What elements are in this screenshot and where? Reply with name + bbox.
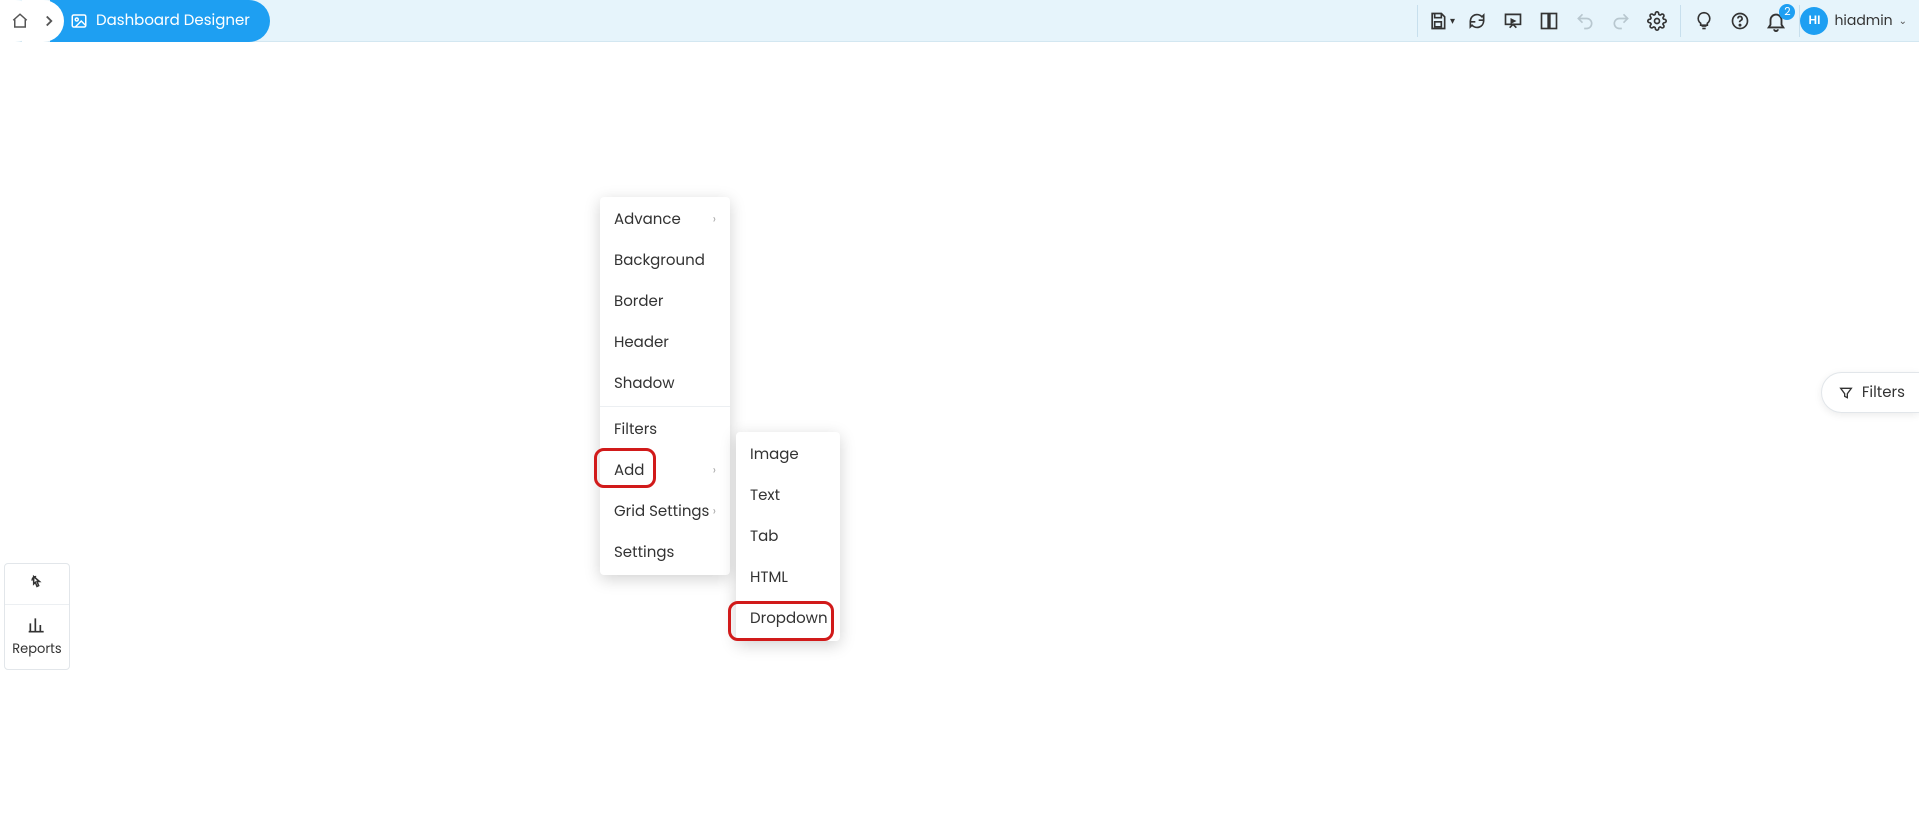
breadcrumb: Dashboard Designer [0, 0, 270, 41]
divider [600, 406, 730, 407]
sub-item-dropdown[interactable]: Dropdown [736, 598, 840, 639]
refresh-button[interactable] [1466, 10, 1488, 32]
sub-label: Tab [750, 525, 778, 548]
ctx-label: Advance [614, 208, 681, 231]
filters-button[interactable]: Filters [1821, 372, 1919, 413]
ctx-label: Background [614, 249, 705, 272]
ctx-item-grid-settings[interactable]: Grid Settings › [600, 491, 730, 532]
ctx-item-advance[interactable]: Advance › [600, 199, 730, 240]
ctx-label: Border [614, 290, 663, 313]
presentation-icon [1503, 11, 1523, 31]
sub-item-image[interactable]: Image [736, 434, 840, 475]
top-bar: Dashboard Designer ▾ [0, 0, 1919, 42]
chevron-right-icon [40, 12, 58, 30]
sub-label: HTML [750, 566, 788, 589]
notification-badge: 2 [1779, 4, 1795, 20]
ctx-item-add[interactable]: Add › [600, 450, 730, 491]
chevron-right-icon: › [713, 462, 716, 480]
gear-icon [1647, 11, 1667, 31]
chevron-right-icon: › [713, 211, 716, 229]
ctx-label: Grid Settings [614, 500, 709, 523]
home-icon [11, 12, 29, 30]
sub-item-tab[interactable]: Tab [736, 516, 840, 557]
notifications-button[interactable]: 2 [1765, 10, 1787, 32]
filter-icon [1838, 385, 1854, 401]
sub-label: Dropdown [750, 607, 828, 630]
submenu-add: Image Text Tab HTML Dropdown [736, 432, 840, 641]
save-icon [1428, 11, 1448, 31]
ctx-label: Header [614, 331, 669, 354]
ctx-item-background[interactable]: Background [600, 240, 730, 281]
refresh-icon [1467, 11, 1487, 31]
page-title-chip[interactable]: Dashboard Designer [50, 0, 270, 42]
sub-item-html[interactable]: HTML [736, 557, 840, 598]
settings-button[interactable] [1646, 10, 1668, 32]
interactions-button[interactable] [5, 564, 69, 604]
undo-button[interactable] [1574, 10, 1596, 32]
reports-button[interactable]: Reports [5, 605, 69, 669]
help-icon [1730, 11, 1750, 31]
chevron-down-icon: ⌄ [1899, 13, 1907, 29]
help-button[interactable] [1729, 10, 1751, 32]
page-title: Dashboard Designer [96, 9, 250, 32]
canvas[interactable]: Filters Reports Advance › Background Bor… [0, 42, 1919, 820]
redo-button[interactable] [1610, 10, 1632, 32]
save-button[interactable]: ▾ [1430, 10, 1452, 32]
undo-icon [1575, 11, 1595, 31]
username-label: hiadmin [1834, 10, 1892, 31]
layout-icon [1539, 11, 1559, 31]
ctx-item-filters[interactable]: Filters [600, 409, 730, 450]
chevron-down-icon: ▾ [1450, 13, 1455, 29]
ctx-item-header[interactable]: Header [600, 322, 730, 363]
redo-icon [1611, 11, 1631, 31]
topbar-actions: ▾ [1417, 0, 1919, 41]
reports-label: Reports [12, 639, 61, 659]
filters-label: Filters [1862, 381, 1905, 404]
sub-label: Text [750, 484, 780, 507]
bar-chart-icon [27, 615, 47, 635]
ctx-item-border[interactable]: Border [600, 281, 730, 322]
sub-label: Image [750, 443, 799, 466]
layout-button[interactable] [1538, 10, 1560, 32]
image-icon [70, 12, 88, 30]
sub-item-text[interactable]: Text [736, 475, 840, 516]
ctx-label: Settings [614, 541, 674, 564]
lightbulb-icon [1694, 11, 1714, 31]
ctx-label: Add [614, 459, 644, 482]
ctx-item-shadow[interactable]: Shadow [600, 363, 730, 404]
left-dock: Reports [4, 563, 70, 670]
chevron-right-icon: › [713, 503, 716, 521]
presentation-button[interactable] [1502, 10, 1524, 32]
context-menu: Advance › Background Border Header Shado… [600, 197, 730, 575]
ctx-item-settings[interactable]: Settings [600, 532, 730, 573]
hint-button[interactable] [1693, 10, 1715, 32]
user-menu[interactable]: HI hiadmin ⌄ [1800, 7, 1919, 35]
ctx-label: Filters [614, 418, 657, 441]
pointer-icon [27, 574, 47, 594]
avatar: HI [1800, 7, 1828, 35]
ctx-label: Shadow [614, 372, 675, 395]
